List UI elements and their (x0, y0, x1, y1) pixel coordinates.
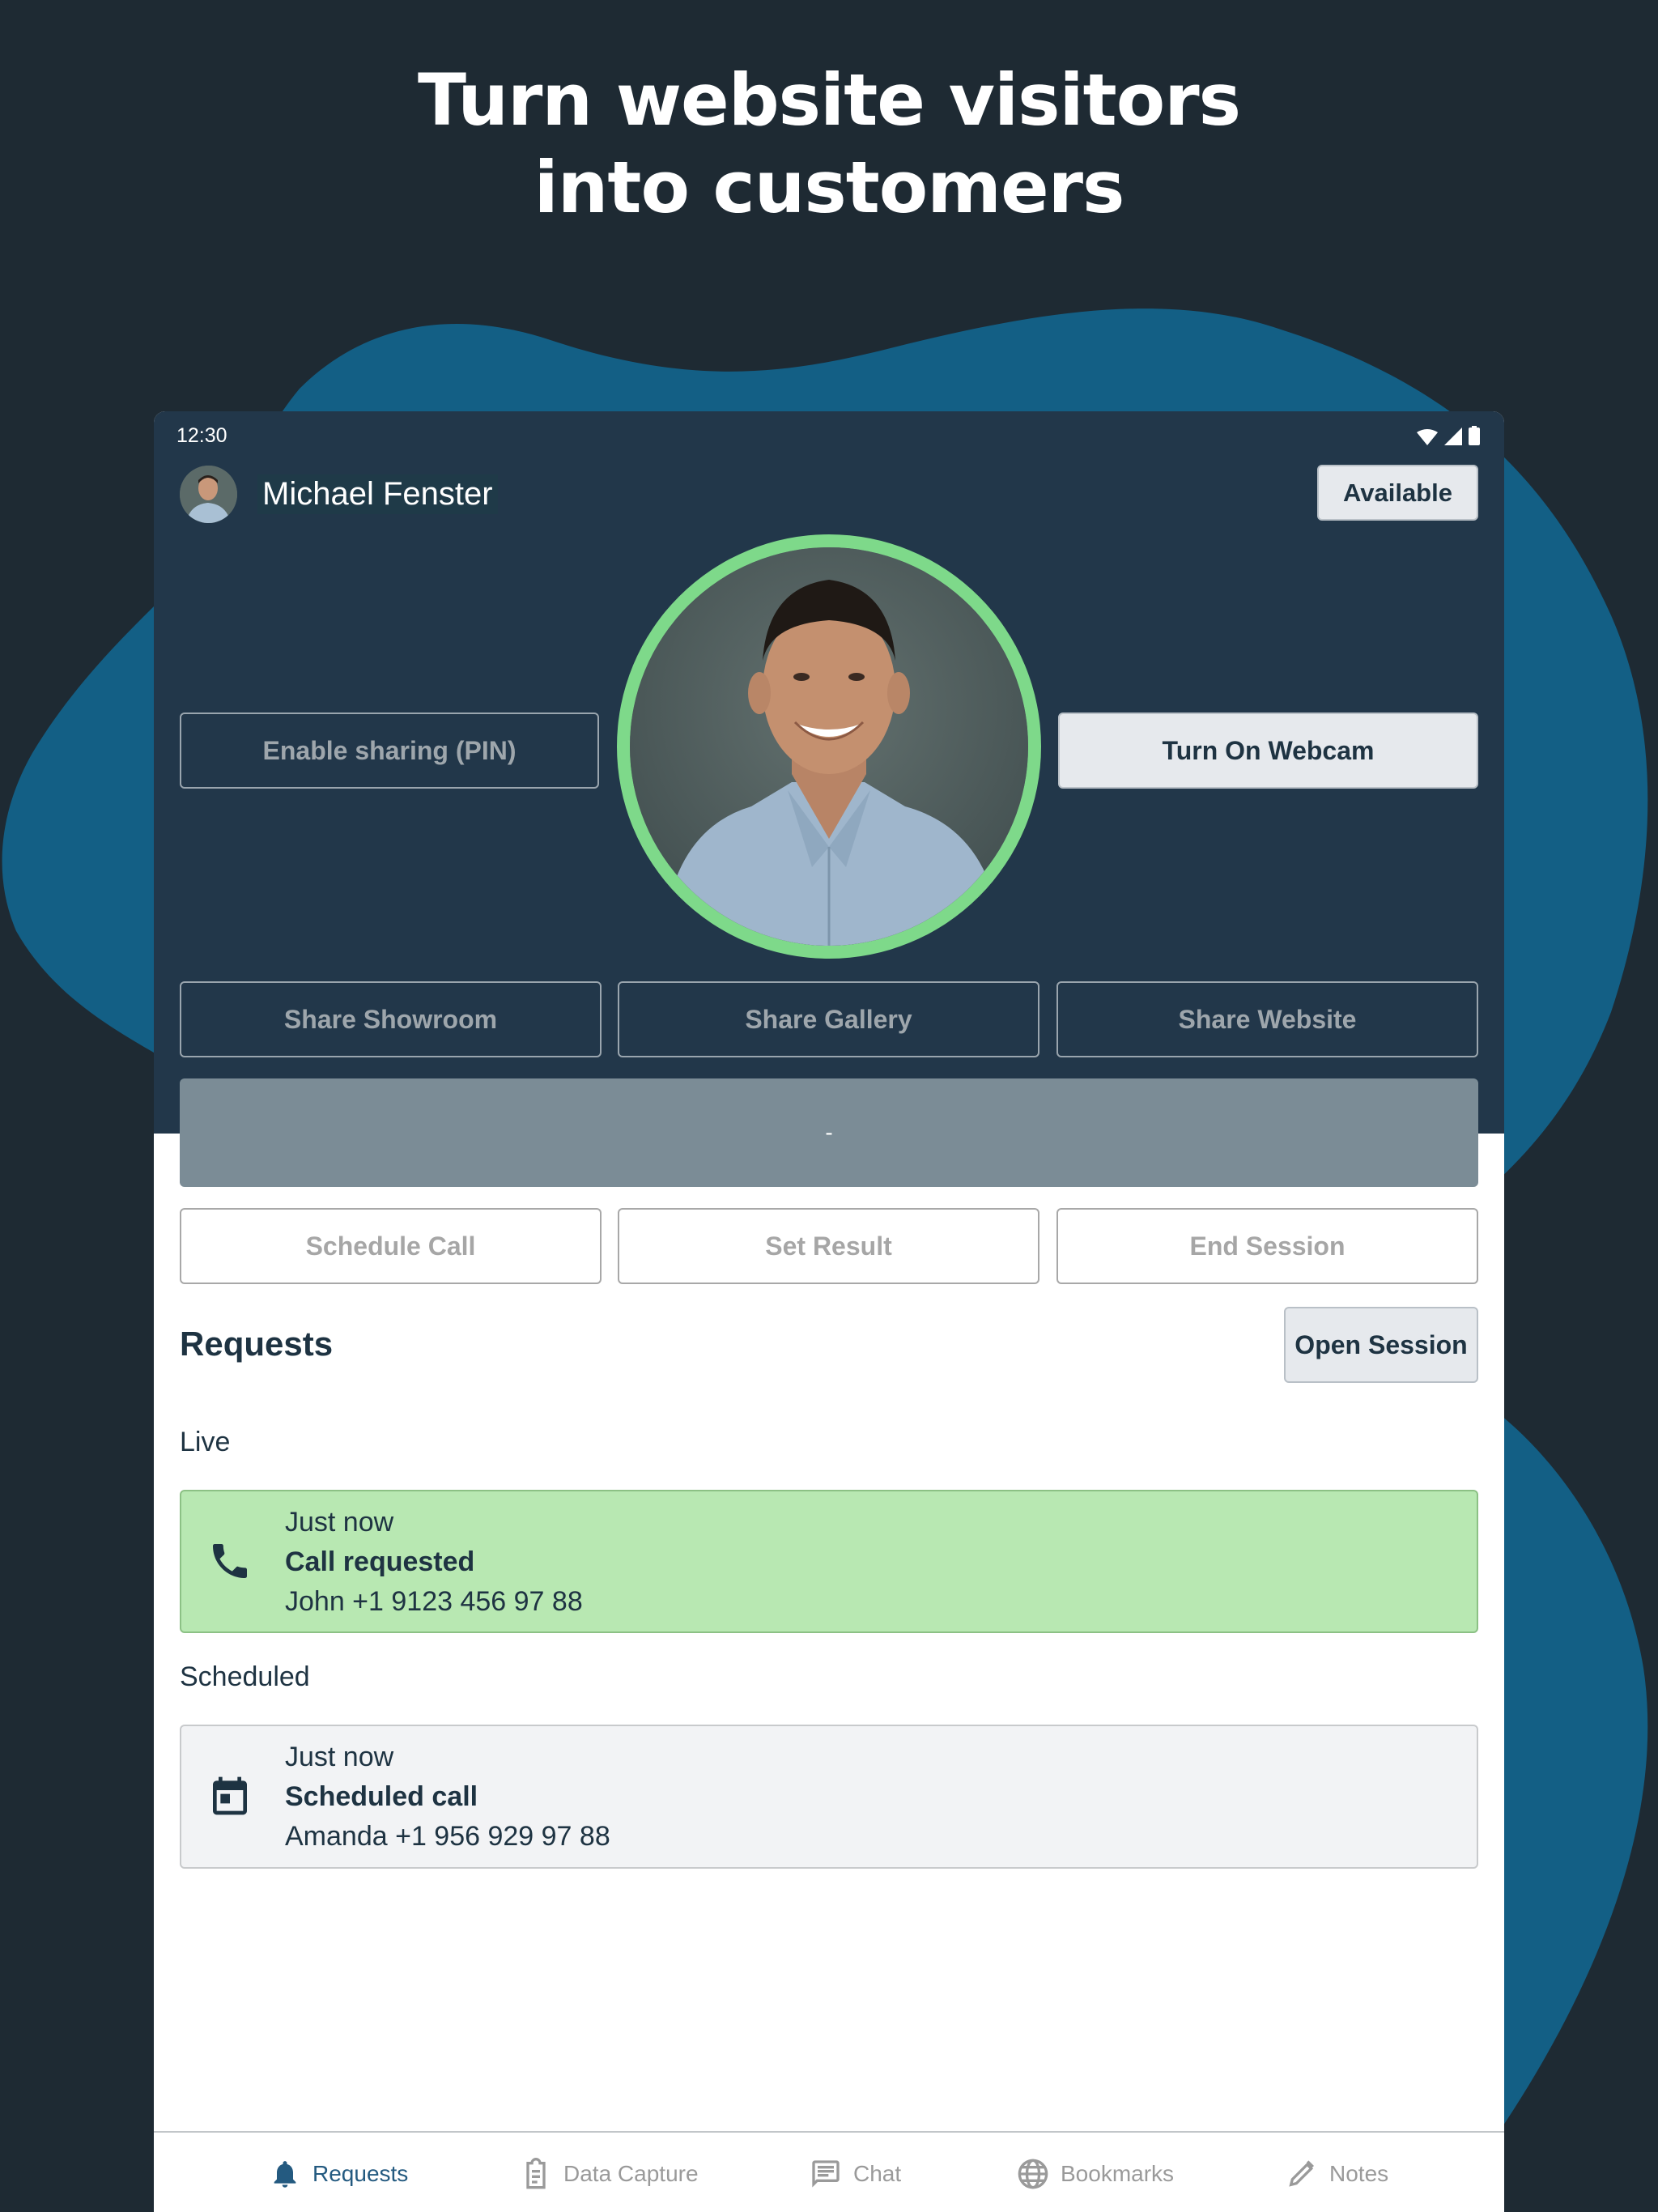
avatar-portrait-icon (180, 466, 237, 523)
profile-avatar[interactable] (180, 466, 237, 523)
agent-photo-status-ring (617, 534, 1041, 959)
session-display-bar[interactable]: - (180, 1078, 1478, 1187)
pencil-icon (1289, 2160, 1314, 2187)
share-gallery-button[interactable]: Share Gallery (618, 981, 1039, 1057)
phone-icon (213, 1544, 247, 1578)
request-title: Scheduled call (285, 1781, 478, 1812)
request-contact: Amanda +1 956 929 97 88 (285, 1821, 610, 1852)
nav-label: Notes (1329, 2161, 1389, 2186)
agent-name: Michael Fenster (257, 474, 498, 514)
share-website-button[interactable]: Share Website (1056, 981, 1478, 1057)
nav-label: Requests (312, 2161, 409, 2186)
nav-tab-bookmarks[interactable]: Bookmarks (1017, 2157, 1174, 2191)
session-display-value: - (825, 1120, 833, 1145)
battery-icon (1469, 426, 1480, 445)
request-time: Just now (285, 1507, 394, 1538)
request-contact: John +1 9123 456 97 88 (285, 1586, 583, 1617)
end-session-button[interactable]: End Session (1056, 1208, 1478, 1284)
headline-line-1: Turn website visitors (418, 58, 1241, 142)
status-bar-time: 12:30 (176, 424, 227, 447)
requests-heading: Requests (180, 1325, 334, 1363)
status-bar-icons (1417, 426, 1480, 445)
globe-icon (1018, 2159, 1048, 2189)
schedule-call-button[interactable]: Schedule Call (180, 1208, 602, 1284)
nav-tab-data-capture[interactable]: Data Capture (520, 2157, 699, 2191)
bottom-navigation: Requests Data Capture Chat Bookmarks Not… (154, 2131, 1504, 2212)
wifi-icon (1417, 429, 1438, 445)
cellular-signal-icon (1444, 428, 1462, 445)
calendar-icon (213, 1776, 247, 1815)
nav-tab-requests[interactable]: Requests (269, 2157, 408, 2191)
nav-label: Bookmarks (1061, 2161, 1175, 2186)
turn-on-webcam-button[interactable]: Turn On Webcam (1058, 713, 1478, 789)
tablet-screen: 12:30 Michael Fenster Available Enable s… (154, 411, 1504, 2212)
nav-tab-chat[interactable]: Chat (810, 2157, 901, 2191)
nav-label: Chat (853, 2161, 902, 2186)
clipboard-icon (526, 2158, 546, 2189)
nav-tab-notes[interactable]: Notes (1286, 2157, 1388, 2191)
scheduled-request-card[interactable]: Just now Scheduled call Amanda +1 956 92… (180, 1725, 1478, 1869)
nav-label: Data Capture (563, 2161, 699, 2186)
agent-portrait-image (630, 547, 1028, 946)
agent-photo (630, 547, 1028, 946)
enable-sharing-pin-button[interactable]: Enable sharing (PIN) (180, 713, 599, 789)
chat-icon (812, 2160, 840, 2188)
live-section-label: Live (180, 1427, 231, 1457)
headline-line-2: into customers (534, 146, 1125, 229)
availability-status-button[interactable]: Available (1317, 465, 1478, 521)
headline: Turn website visitors into customers (0, 57, 1658, 232)
scheduled-section-label: Scheduled (180, 1661, 310, 1692)
bell-icon (274, 2161, 296, 2188)
request-time: Just now (285, 1742, 394, 1772)
share-showroom-button[interactable]: Share Showroom (180, 981, 602, 1057)
open-session-button[interactable]: Open Session (1284, 1307, 1478, 1383)
live-request-card[interactable]: Just now Call requested John +1 9123 456… (180, 1490, 1478, 1633)
request-title: Call requested (285, 1546, 475, 1577)
set-result-button[interactable]: Set Result (618, 1208, 1039, 1284)
